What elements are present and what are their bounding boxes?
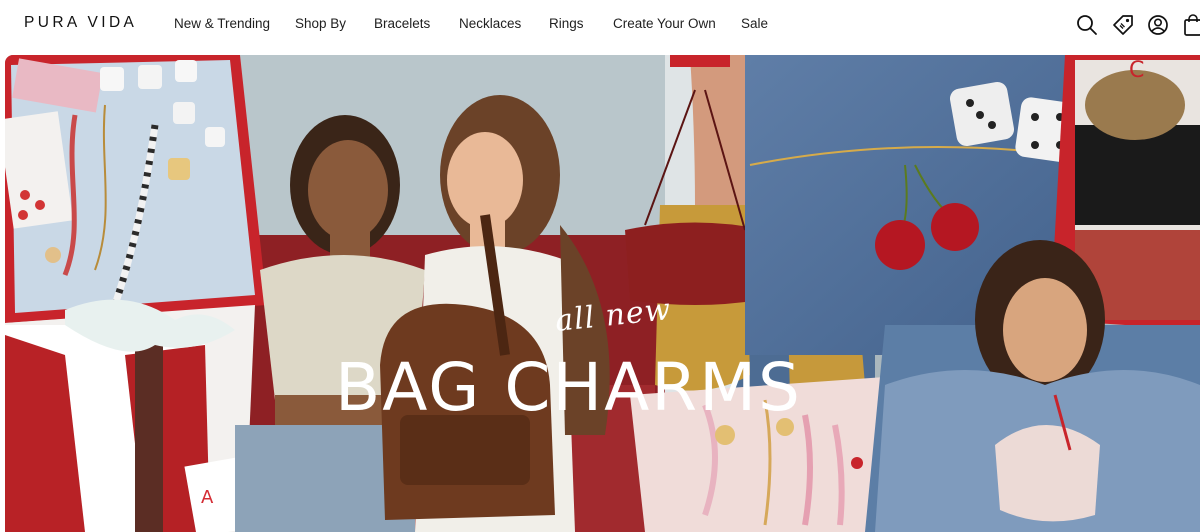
nav-item-shop-by[interactable]: Shop By <box>295 16 346 31</box>
site-header: PURA VIDA New & Trending Shop By Bracele… <box>0 0 1200 50</box>
red-jacket-panel: A <box>5 299 266 532</box>
rewards-tag-icon[interactable] <box>1110 12 1136 38</box>
nav-item-necklaces[interactable]: Necklaces <box>459 16 521 31</box>
nav-item-bracelets[interactable]: Bracelets <box>374 16 430 31</box>
svg-text:C: C <box>1129 58 1144 83</box>
hero-collage-image: A C <box>5 55 1200 532</box>
svg-text:A: A <box>201 487 214 508</box>
hero-banner[interactable]: A C all new BAG CHARMS <box>5 55 1200 532</box>
hero-headline: BAG CHARMS <box>335 349 802 426</box>
nav-item-new-trending[interactable]: New & Trending <box>174 16 270 31</box>
brand-logo[interactable]: PURA VIDA <box>24 14 137 32</box>
search-icon[interactable] <box>1074 12 1100 38</box>
cart-bag-icon[interactable] <box>1180 12 1200 38</box>
nav-item-create-your-own[interactable]: Create Your Own <box>613 16 716 31</box>
nav-item-sale[interactable]: Sale <box>741 16 768 31</box>
nav-item-rings[interactable]: Rings <box>549 16 584 31</box>
account-icon[interactable] <box>1145 12 1171 38</box>
playing-cards-panel <box>5 55 267 323</box>
